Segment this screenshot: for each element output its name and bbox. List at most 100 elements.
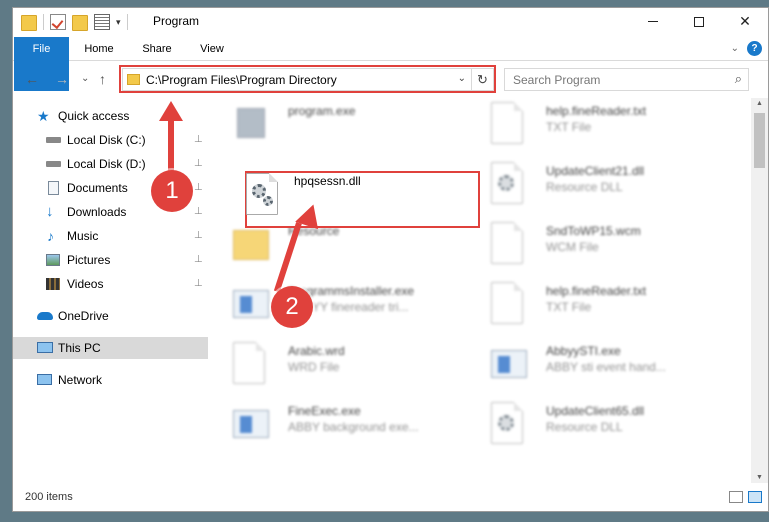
file-type: TXT File <box>546 300 592 314</box>
file-item-selected[interactable]: hpqsessn.dll <box>208 158 458 215</box>
pictures-icon <box>46 254 60 266</box>
app-icon <box>233 102 271 146</box>
app-icon <box>233 282 271 326</box>
maximize-button[interactable] <box>676 8 722 35</box>
file-item[interactable]: AbbyySTI.exe ABBY sti event hand... <box>466 338 716 392</box>
window-controls: ✕ <box>630 8 768 35</box>
file-item[interactable]: FineExec.exe ABBY background exe... <box>208 398 458 452</box>
installer-box <box>237 108 265 138</box>
help-icon[interactable]: ? <box>747 41 762 56</box>
file-type: Resource DLL <box>546 420 623 434</box>
document-shape <box>491 102 523 144</box>
sidebar-item-this-pc[interactable]: This PC <box>13 337 208 359</box>
navigation-bar: ← → ⌄ ↑ C:\Program Files\Program Directo… <box>13 62 768 96</box>
sidebar-item-network[interactable]: Network <box>13 369 208 391</box>
file-item[interactable]: help.fineReader.txt TXT File <box>466 98 716 152</box>
ribbon-right-controls: ⌄ ? <box>731 41 762 56</box>
file-type: ABBY background exe... <box>288 420 419 434</box>
address-highlight-box <box>119 65 496 93</box>
file-item[interactable]: Arabic.wrd WRD File <box>208 338 458 392</box>
document-shape <box>233 342 265 384</box>
drive-icon <box>46 137 61 143</box>
explorer-window: ▾ Program ✕ File Home Share View ⌄ ? ← →… <box>12 7 769 512</box>
app-icon <box>233 402 271 446</box>
dll-gear-icon <box>491 402 529 446</box>
new-folder-icon[interactable] <box>72 15 88 31</box>
file-item[interactable]: ProgrammsInstaller.exe ABBYY finereader … <box>208 278 458 332</box>
sidebar-item-music[interactable]: ♪ Music ⊥ <box>13 225 208 247</box>
search-placeholder[interactable]: Search Program <box>513 73 600 87</box>
scroll-up-icon[interactable]: ▲ <box>751 100 768 107</box>
minimize-button[interactable] <box>630 8 676 35</box>
search-icon[interactable]: ⌕ <box>735 71 742 87</box>
music-icon: ♪ <box>47 228 54 244</box>
folder-icon <box>233 222 271 266</box>
recent-locations-icon[interactable]: ⌄ <box>81 73 89 84</box>
large-icons-view-icon[interactable] <box>748 491 762 503</box>
expand-ribbon-icon[interactable]: ⌄ <box>731 43 739 54</box>
sidebar-item-label: Videos <box>67 277 104 291</box>
window-title: Program <box>153 14 200 28</box>
document-shape <box>491 222 523 264</box>
folder-icon <box>21 15 37 31</box>
tab-home[interactable]: Home <box>75 37 123 61</box>
app-shape <box>233 410 269 438</box>
scrollbar-thumb[interactable] <box>754 113 765 168</box>
sidebar-item-label: Music <box>67 229 99 243</box>
sidebar-item-label: Downloads <box>67 205 127 219</box>
app-icon <box>491 342 529 386</box>
properties-icon[interactable] <box>94 14 110 30</box>
document-icon <box>48 181 59 195</box>
file-item[interactable]: UpdateClient65.dll Resource DLL <box>466 398 716 452</box>
file-item[interactable]: UpdateClient21.dll Resource DLL <box>466 158 716 212</box>
file-item[interactable]: SndToWP15.wcm WCM File <box>466 218 716 272</box>
pin-icon[interactable]: ⊥ <box>194 177 203 199</box>
forward-arrow-icon[interactable]: → <box>55 71 69 87</box>
navigation-pane: ★ Quick access Local Disk (C:) ⊥ Local D… <box>13 98 208 478</box>
cloud-icon <box>37 312 53 320</box>
step-1-badge: 1 <box>151 170 193 212</box>
pin-icon[interactable]: ⊥ <box>194 249 203 271</box>
step-2-badge: 2 <box>271 286 313 328</box>
file-name: SndToWP15.wcm <box>546 224 641 238</box>
back-arrow-icon[interactable]: ← <box>25 71 39 87</box>
file-item[interactable]: program.exe <box>208 98 458 152</box>
document-shape <box>491 162 523 204</box>
vertical-scrollbar[interactable]: ▲ ▼ <box>751 98 768 483</box>
gear-small <box>263 196 273 206</box>
scroll-down-icon[interactable]: ▼ <box>751 474 768 481</box>
details-view-icon[interactable] <box>729 491 743 503</box>
title-bar: ▾ Program ✕ <box>13 8 768 35</box>
search-box[interactable]: Search Program ⌕ <box>504 68 749 91</box>
close-button[interactable]: ✕ <box>722 8 768 35</box>
file-name: AbbyySTI.exe <box>546 344 621 358</box>
properties-check-icon[interactable] <box>50 14 66 30</box>
document-shape <box>246 173 278 215</box>
item-count: 200 items <box>25 491 73 503</box>
pin-icon[interactable]: ⊥ <box>194 153 203 175</box>
app-shape <box>233 290 269 318</box>
up-arrow-icon[interactable]: ↑ <box>99 71 106 87</box>
dll-gear-icon <box>246 173 284 217</box>
file-item[interactable]: help.fineReader.txt TXT File <box>466 278 716 332</box>
tab-view[interactable]: View <box>189 37 235 61</box>
sidebar-item-videos[interactable]: Videos ⊥ <box>13 273 208 295</box>
pin-icon[interactable]: ⊥ <box>194 273 203 295</box>
sidebar-item-pictures[interactable]: Pictures ⊥ <box>13 249 208 271</box>
gear-large <box>498 175 514 191</box>
tab-share[interactable]: Share <box>133 37 181 61</box>
pin-icon[interactable]: ⊥ <box>194 129 203 151</box>
download-icon: ↓ <box>46 203 54 220</box>
sidebar-item-local-disk-c[interactable]: Local Disk (C:) ⊥ <box>13 129 208 151</box>
customize-dropdown-icon[interactable]: ▾ <box>116 17 121 28</box>
sidebar-item-label: Local Disk (C:) <box>67 133 146 147</box>
toolbar-separator <box>126 14 128 30</box>
sidebar-item-label: Documents <box>67 181 128 195</box>
sidebar-item-onedrive[interactable]: OneDrive <box>13 305 208 327</box>
pin-icon[interactable]: ⊥ <box>194 201 203 223</box>
file-type: TXT File <box>546 120 592 134</box>
star-icon: ★ <box>37 108 50 124</box>
toolbar-separator <box>43 14 44 30</box>
pin-icon[interactable]: ⊥ <box>194 225 203 247</box>
minimize-icon <box>648 21 658 22</box>
